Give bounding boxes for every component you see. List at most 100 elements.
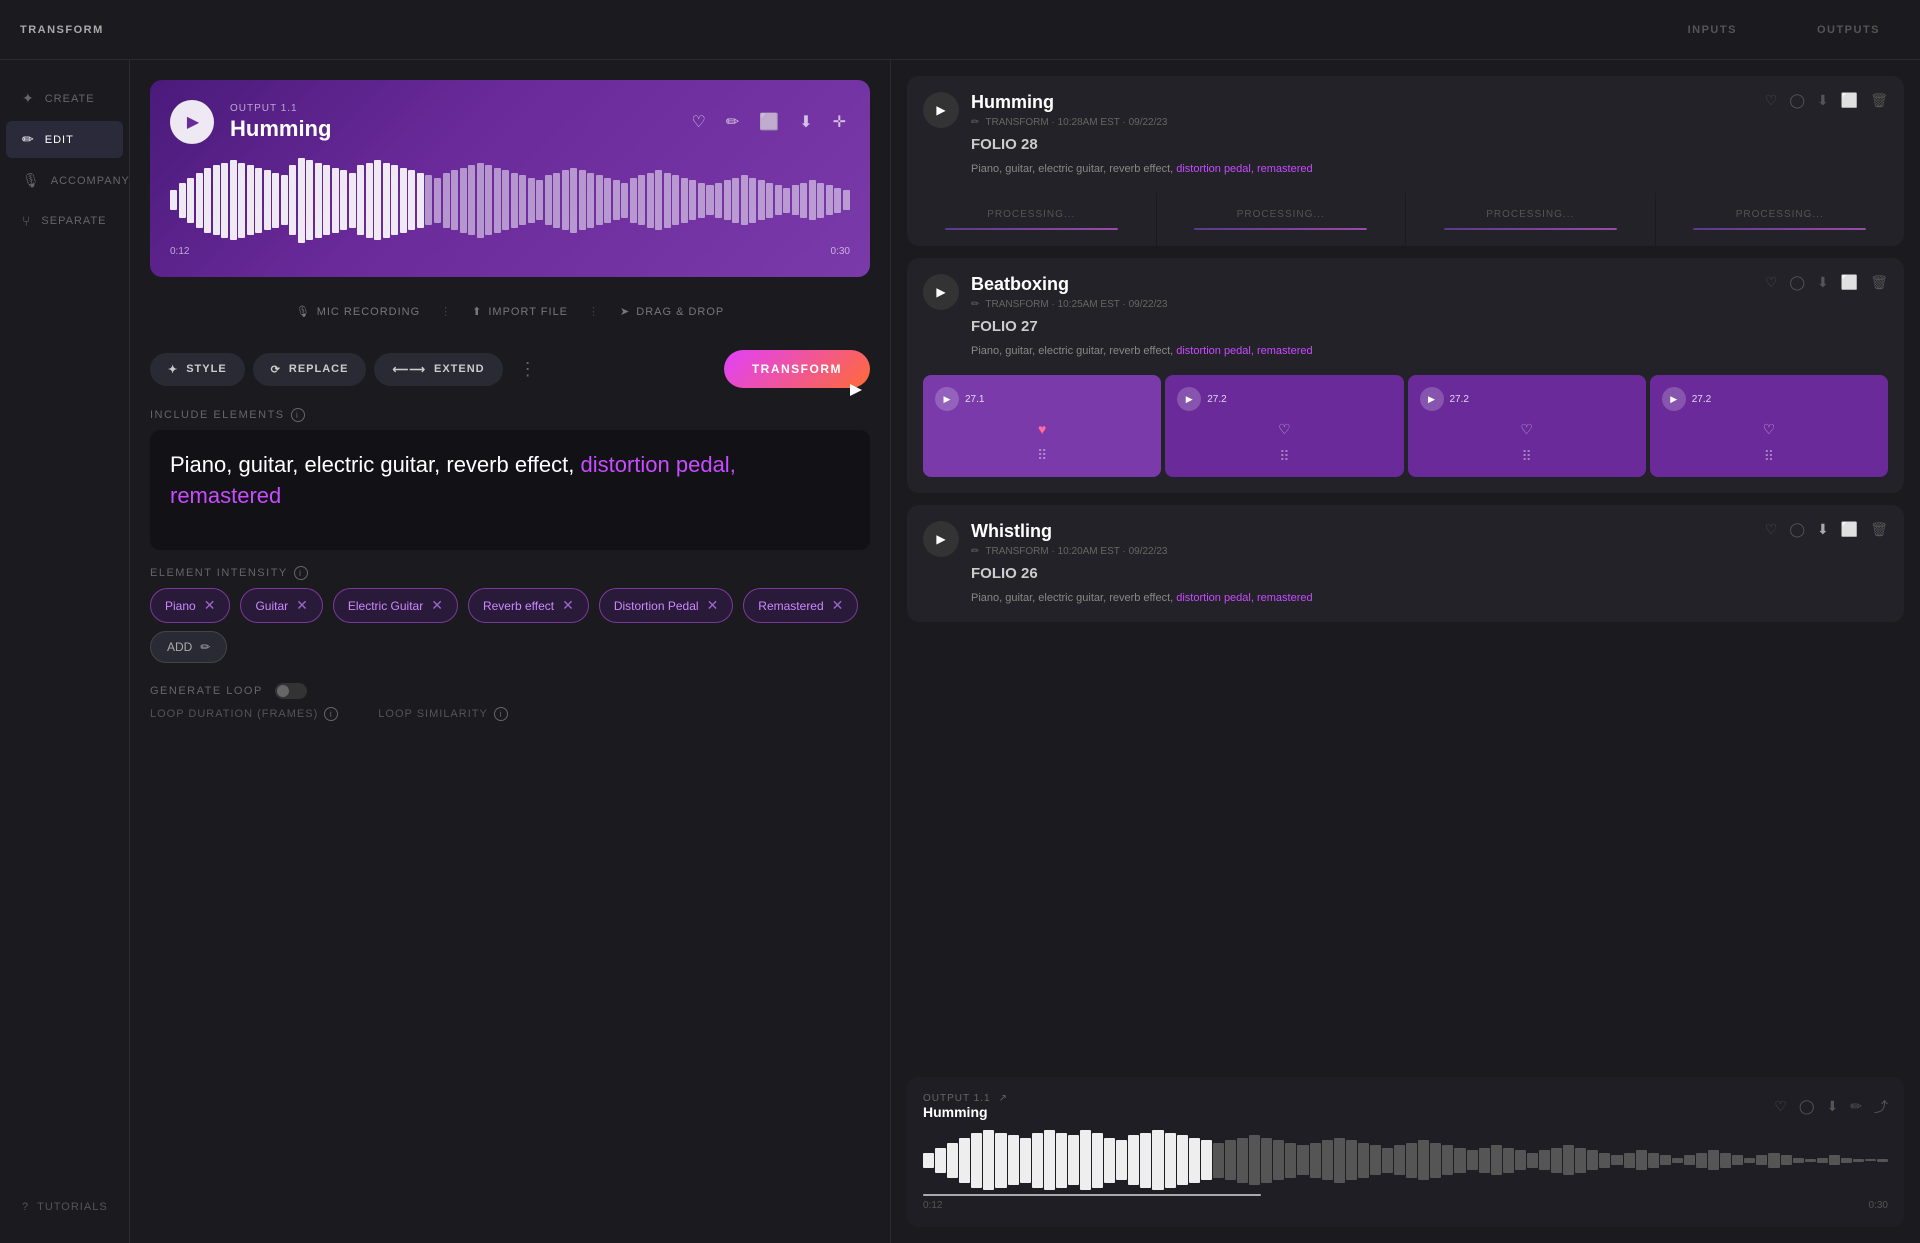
folio-28-copy-button[interactable]: ⬜ — [1841, 92, 1858, 109]
folio-27-download-button[interactable]: ⬇ — [1817, 274, 1829, 291]
folio-27-link[interactable]: distortion pedal, remastered — [1176, 345, 1312, 357]
folio-28-like-button[interactable]: ♡ — [1765, 92, 1778, 109]
sidebar-tutorials[interactable]: ? TUTORIALS — [6, 1191, 123, 1223]
elements-info-icon[interactable]: i — [291, 408, 305, 422]
folio-26-like-button[interactable]: ♡ — [1765, 521, 1778, 538]
tag-remove-distortion-pedal[interactable]: ✕ — [707, 597, 719, 614]
tag-reverb-effect[interactable]: Reverb effect✕ — [468, 588, 589, 623]
intensity-info-icon[interactable]: i — [294, 566, 308, 580]
extend-button[interactable]: ⟵⟶ EXTEND — [374, 353, 502, 386]
transform-button[interactable]: TRANSFORM — [724, 350, 870, 388]
folio-26-delete-button[interactable]: 🗑 — [1870, 521, 1888, 538]
folio-26-info: Whistling ✏ TRANSFORM · 10:20AM EST · 09… — [971, 521, 1753, 606]
tile-heart-27-2b[interactable]: ♡ — [1520, 421, 1533, 438]
folio-28-delete-button[interactable]: 🗑 — [1870, 92, 1888, 109]
output-tile-27-2b[interactable]: ▶ 27.2 ♡ ⠿ — [1408, 375, 1646, 477]
waveform-times: 0:12 0:30 — [170, 246, 850, 257]
tag-piano[interactable]: Piano✕ — [150, 588, 230, 623]
pen-icon-26: ✏ — [971, 546, 979, 557]
mic-recording[interactable]: 🎙 MIC RECORDING — [296, 305, 420, 318]
download-button[interactable]: ⬇ — [795, 108, 816, 136]
mic-icon: 🎙 — [296, 305, 311, 318]
like-button[interactable]: ♡ — [688, 108, 710, 136]
loop-similarity-info-icon[interactable]: i — [494, 707, 508, 721]
play-icon: ▶ — [187, 112, 199, 132]
bottom-output-name: Humming — [923, 1104, 1007, 1120]
toolbar-more-button[interactable]: ⋮ — [511, 355, 545, 384]
processing-bar-3 — [1444, 228, 1617, 230]
tile-play-27-2b[interactable]: ▶ — [1420, 387, 1444, 411]
sidebar-item-create[interactable]: ✦ CREATE — [6, 80, 123, 117]
bottom-share-button[interactable]: ⤴ — [1874, 1097, 1888, 1117]
folio-26-copy-button[interactable]: ⬜ — [1841, 521, 1858, 538]
folio-28-user-button[interactable]: ◯ — [1789, 92, 1805, 109]
sidebar-item-accompany[interactable]: 🎙 ACCOMPANY — [6, 162, 123, 199]
folio-26-play-button[interactable]: ▶ — [923, 521, 959, 557]
output-tile-27-2c[interactable]: ▶ 27.2 ♡ ⠿ — [1650, 375, 1888, 477]
tile-label-27-2b: 27.2 — [1450, 394, 1469, 405]
folio-28-play-button[interactable]: ▶ — [923, 92, 959, 128]
tile-heart-27-2a[interactable]: ♡ — [1278, 421, 1291, 438]
tag-remove-guitar[interactable]: ✕ — [296, 597, 308, 614]
drag-drop[interactable]: ➤ DRAG & DROP — [620, 305, 724, 318]
elements-plain-text: Piano, guitar, electric guitar, reverb e… — [170, 452, 580, 477]
tag-remastered[interactable]: Remastered✕ — [743, 588, 858, 623]
folio-26-download-button[interactable]: ⬇ — [1817, 521, 1829, 538]
folio-27-like-button[interactable]: ♡ — [1765, 274, 1778, 291]
tag-distortion-pedal[interactable]: Distortion Pedal✕ — [599, 588, 733, 623]
edit-button[interactable]: ✏ — [722, 108, 743, 136]
tag-electric-guitar[interactable]: Electric Guitar✕ — [333, 588, 458, 623]
folio-27-copy-button[interactable]: ⬜ — [1841, 274, 1858, 291]
tile-label-27-2a: 27.2 — [1207, 394, 1226, 405]
folio-26-title-heading: FOLIO 26 — [971, 563, 1753, 586]
more-options-button[interactable]: ✛ — [829, 108, 850, 136]
tag-remove-piano[interactable]: ✕ — [204, 597, 216, 614]
elements-textarea[interactable]: Piano, guitar, electric guitar, reverb e… — [150, 430, 870, 550]
output-tile-27-1[interactable]: ▶ 27.1 ♥ ⠿ — [923, 375, 1161, 477]
bottom-edit-button[interactable]: ✏ — [1850, 1097, 1862, 1117]
tags-container: Piano✕ Guitar✕ Electric Guitar✕ Reverb effe… — [150, 588, 870, 623]
bottom-output-player: OUTPUT 1.1 ↗ Humming ♡ ◯ ⬇ ✏ ⤴ 0:12 0:30 — [907, 1077, 1904, 1227]
folio-28-title-heading: FOLIO 28 — [971, 134, 1753, 157]
bottom-progress-bar[interactable] — [923, 1194, 1261, 1196]
folio-27-play-button[interactable]: ▶ — [923, 274, 959, 310]
main-play-button[interactable]: ▶ — [170, 100, 214, 144]
tile-play-27-2c[interactable]: ▶ — [1662, 387, 1686, 411]
tile-heart-27-2c[interactable]: ♡ — [1763, 421, 1776, 438]
tile-heart-27-1[interactable]: ♥ — [1038, 421, 1046, 437]
replace-button[interactable]: ⟳ REPLACE — [253, 353, 367, 386]
add-tag-button[interactable]: ADD ✏ — [150, 631, 227, 663]
folio-27-tiles: ▶ 27.1 ♥ ⠿ ▶ 27.2 ♡ ⠿ ▶ — [907, 375, 1904, 493]
bottom-like-button[interactable]: ♡ — [1774, 1097, 1787, 1117]
folio-27-user-button[interactable]: ◯ — [1789, 274, 1805, 291]
bottom-download-button[interactable]: ⬇ — [1827, 1097, 1839, 1117]
sidebar-item-edit[interactable]: ✏ EDIT — [6, 121, 123, 158]
folio-26-link[interactable]: distortion pedal, remastered — [1176, 592, 1312, 604]
import-file[interactable]: ⬆ IMPORT FILE — [472, 305, 568, 318]
input-methods: 🎙 MIC RECORDING ⋮ ⬆ IMPORT FILE ⋮ ➤ DRAG… — [150, 293, 870, 330]
folio-26-card: ▶ Whistling ✏ TRANSFORM · 10:20AM EST · … — [907, 505, 1904, 622]
folio-27-delete-button[interactable]: 🗑 — [1870, 274, 1888, 291]
bottom-output-title-area: OUTPUT 1.1 ↗ Humming — [923, 1093, 1007, 1120]
output-tile-27-2a[interactable]: ▶ 27.2 ♡ ⠿ — [1165, 375, 1403, 477]
folio-26-user-button[interactable]: ◯ — [1789, 521, 1805, 538]
tile-play-27-1[interactable]: ▶ — [935, 387, 959, 411]
waveform-card: ▶ OUTPUT 1.1 Humming ♡ ✏ ⬜ ⬇ ✛ 0:12 0:30 — [150, 80, 870, 277]
tag-remove-electric-guitar[interactable]: ✕ — [431, 597, 443, 614]
save-button[interactable]: ⬜ — [755, 108, 783, 136]
tag-remove-remastered[interactable]: ✕ — [832, 597, 844, 614]
folio-28-download-button[interactable]: ⬇ — [1817, 92, 1829, 109]
generate-loop-toggle[interactable] — [275, 683, 307, 699]
separator-2: ⋮ — [588, 305, 600, 318]
tag-guitar[interactable]: Guitar✕ — [240, 588, 322, 623]
edit-icon: ✏ — [22, 131, 35, 148]
style-button[interactable]: ✦ STYLE — [150, 353, 245, 386]
sidebar-item-separate[interactable]: ⑂ SEPARATE — [6, 203, 123, 239]
loop-duration-info-icon[interactable]: i — [324, 707, 338, 721]
tile-play-27-2a[interactable]: ▶ — [1177, 387, 1201, 411]
folio-27-track: Beatboxing — [971, 274, 1753, 295]
bottom-user-button[interactable]: ◯ — [1799, 1097, 1815, 1117]
folio-28-link[interactable]: distortion pedal, remastered — [1176, 163, 1312, 175]
tag-remove-reverb-effect[interactable]: ✕ — [562, 597, 574, 614]
bottom-output-label: OUTPUT 1.1 — [923, 1093, 991, 1104]
